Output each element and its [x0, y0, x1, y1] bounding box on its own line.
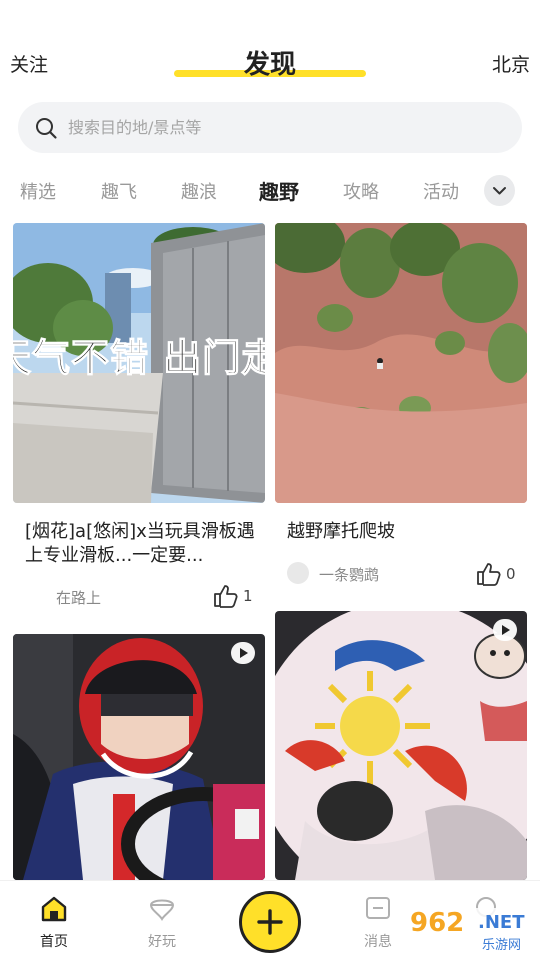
chevron-down-icon	[493, 187, 506, 195]
tab-qufei[interactable]: 趣飞	[101, 178, 137, 204]
post-title[interactable]: 越野摩托爬坡	[287, 520, 517, 544]
painted-helmet-photo	[275, 611, 527, 880]
more-tabs-button[interactable]	[484, 175, 515, 206]
avatar[interactable]	[287, 562, 309, 584]
post-author[interactable]: 在路上	[56, 587, 101, 608]
like-count: 1	[243, 587, 253, 605]
page-title: 发现	[243, 50, 296, 80]
plus-icon	[257, 909, 283, 935]
create-post-button[interactable]	[239, 891, 301, 953]
home-icon	[41, 896, 67, 922]
feed-thumbnail[interactable]	[275, 611, 527, 880]
tab-gonglue[interactable]: 攻略	[343, 178, 379, 204]
play-icon	[240, 648, 248, 658]
search-icon	[36, 118, 57, 139]
watermark-number: 962	[410, 908, 465, 938]
post-title[interactable]: [烟花]a[悠闲]x当玩具滑板遇上专业滑板...一定要...	[25, 520, 255, 568]
like-button[interactable]: 1	[213, 584, 253, 608]
like-count: 0	[506, 565, 516, 583]
watermark-site: 乐游网	[482, 938, 522, 953]
dirt-bike-photo	[275, 223, 527, 503]
watermark-net: .NET	[478, 912, 525, 933]
like-button[interactable]: 0	[476, 562, 516, 586]
tab-huodong[interactable]: 活动	[423, 178, 459, 204]
tab-qulang[interactable]: 趣浪	[181, 178, 217, 204]
karting-photo	[13, 634, 265, 880]
message-icon	[366, 897, 390, 919]
search-bar[interactable]	[18, 102, 522, 153]
category-tabs: 精选 趣飞 趣浪 趣野 攻略 活动	[0, 170, 540, 210]
video-badge	[231, 642, 255, 664]
thumbs-up-icon	[214, 585, 238, 608]
video-badge	[493, 619, 517, 641]
search-input[interactable]	[68, 102, 498, 153]
tab-home-label: 首页	[40, 934, 68, 950]
follow-tab[interactable]: 关注	[10, 50, 48, 77]
tab-fun-label: 好玩	[148, 934, 176, 950]
feed-thumbnail[interactable]	[13, 634, 265, 880]
discover-tab[interactable]: 发现	[174, 42, 366, 82]
tab-fun[interactable]: 好玩	[127, 895, 197, 951]
play-icon	[502, 625, 510, 635]
feed-thumbnail[interactable]: 天气不错 出门走走	[13, 223, 265, 503]
feed-thumbnail[interactable]	[275, 223, 527, 503]
video-caption-overlay: 天气不错 出门走走	[13, 335, 265, 380]
tab-home[interactable]: 首页	[19, 895, 89, 951]
city-selector[interactable]: 北京	[492, 50, 530, 77]
top-header: 关注 发现 北京	[0, 0, 540, 100]
site-watermark: 962 .NET 乐游网	[400, 908, 534, 954]
post-author[interactable]: 一条鹦鹉	[319, 564, 379, 585]
tab-jingxuan[interactable]: 精选	[20, 178, 56, 204]
thumbs-up-icon	[477, 563, 501, 586]
tab-quye[interactable]: 趣野	[259, 176, 299, 205]
balloon-icon	[149, 899, 175, 921]
